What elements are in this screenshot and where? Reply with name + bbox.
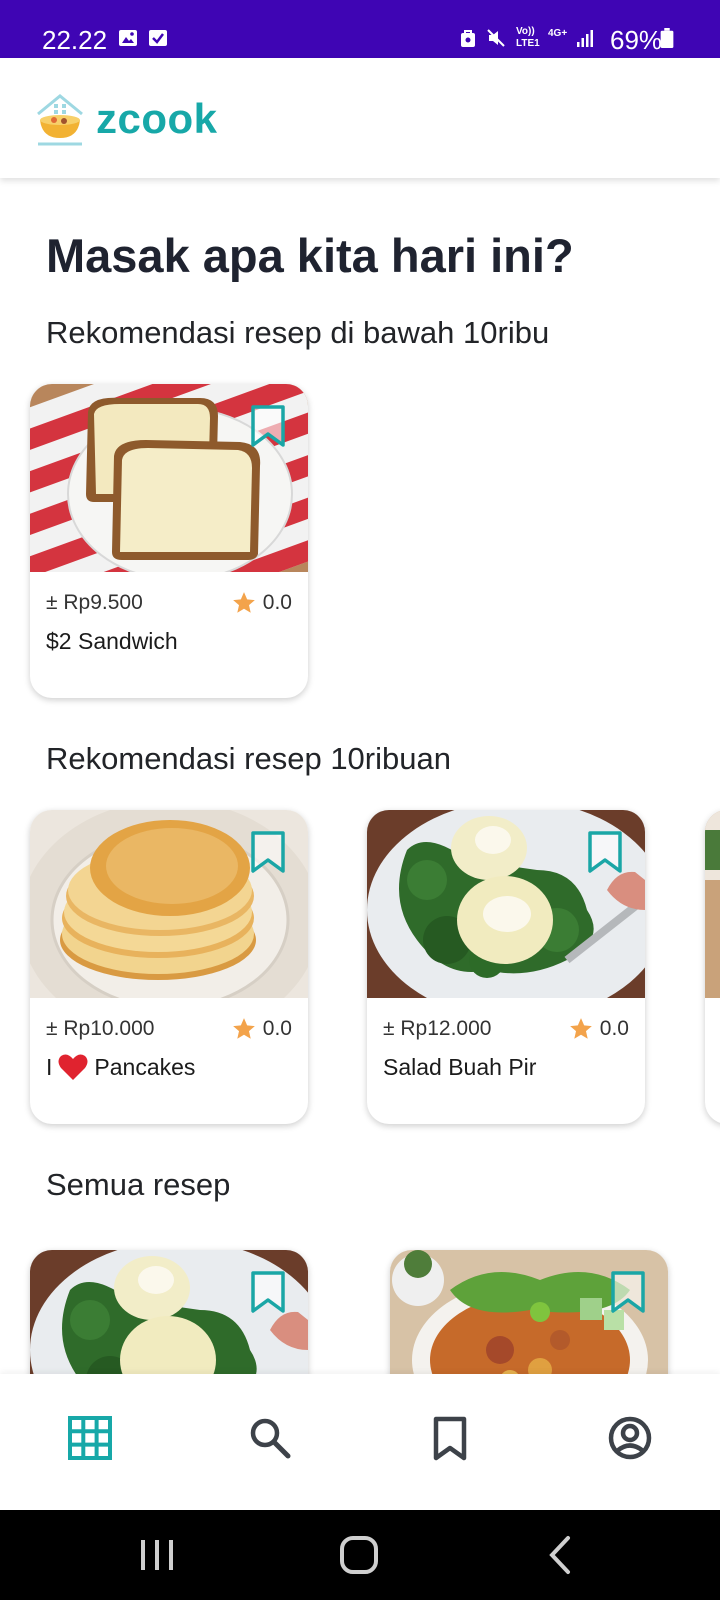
recipe-card-partial[interactable] [705,810,720,1124]
heart-emoji-icon [58,1054,88,1080]
status-time: 22.22 [42,25,108,55]
recipe-title: I Pancakes [46,1052,195,1082]
recipe-photo [705,810,720,998]
account-icon[interactable] [606,1414,654,1462]
recipe-rating: 0.0 [231,590,292,616]
search-icon[interactable] [246,1414,294,1462]
bottom-navigation [0,1374,720,1510]
bookmark-icon[interactable] [426,1414,474,1462]
network-label-4g: 4G+ [548,28,568,39]
signal-icon [577,30,593,47]
app-name: zcook [96,95,218,142]
mute-icon [487,29,505,47]
main-content[interactable]: Masak apa kita hari ini? Rekomendasi res… [0,178,720,1374]
recipe-card[interactable]: ± Rp9.500 0.0 $2 Sandwich [30,384,308,698]
battery-icon [660,28,674,48]
recipe-card[interactable]: ± Rp10.000 0.0 I Pancakes [30,810,308,1124]
rating-value: 0.0 [262,1017,292,1040]
star-icon [569,1018,592,1039]
page-title: Masak apa kita hari ini? [46,229,574,282]
cooking-pot-house-icon [37,94,83,146]
checkbox-notification-icon [149,30,167,46]
recipe-price: ± Rp10.000 [46,1017,155,1040]
section-title-all-recipes: Semua resep [46,1167,231,1202]
recipe-rating: 0.0 [568,1016,629,1042]
network-label-volte: Vo)) LTE1 [516,26,540,49]
app-header: zcook [0,58,720,178]
lock-download-icon [461,30,475,47]
system-navigation-bar [0,1510,720,1600]
bookmark-icon[interactable] [250,1270,286,1314]
rating-value: 0.0 [262,591,292,614]
gallery-notification-icon [119,30,137,46]
grid-icon[interactable] [66,1414,114,1462]
star-icon [232,1018,255,1039]
home-icon[interactable] [336,1532,382,1578]
bookmark-icon[interactable] [250,830,286,874]
recipe-title: $2 Sandwich [46,628,178,654]
recipe-card[interactable] [390,1250,668,1374]
recipe-title: Salad Buah Pir [383,1054,537,1080]
recipe-title-prefix: I [46,1054,53,1080]
recipe-price: ± Rp9.500 [46,591,143,614]
status-bar: 22.22 Vo)) LTE1 4G+ 69% [0,0,720,58]
section-title-10k: Rekomendasi resep 10ribuan [46,741,451,776]
recipe-card[interactable] [30,1250,308,1374]
back-icon[interactable] [538,1532,584,1578]
section-title-under-10k: Rekomendasi resep di bawah 10ribu [46,315,550,350]
bookmark-icon[interactable] [610,1270,646,1314]
rating-value: 0.0 [599,1017,629,1040]
battery-percentage: 69% [610,25,663,55]
recipe-title-text: Pancakes [94,1054,196,1080]
recent-apps-icon[interactable] [134,1532,180,1578]
recipe-rating: 0.0 [231,1016,292,1042]
recipe-card[interactable]: ± Rp12.000 0.0 Salad Buah Pir [367,810,645,1124]
bookmark-icon[interactable] [250,404,286,448]
bookmark-icon[interactable] [587,830,623,874]
recipe-price: ± Rp12.000 [383,1017,492,1040]
star-icon [232,592,255,613]
